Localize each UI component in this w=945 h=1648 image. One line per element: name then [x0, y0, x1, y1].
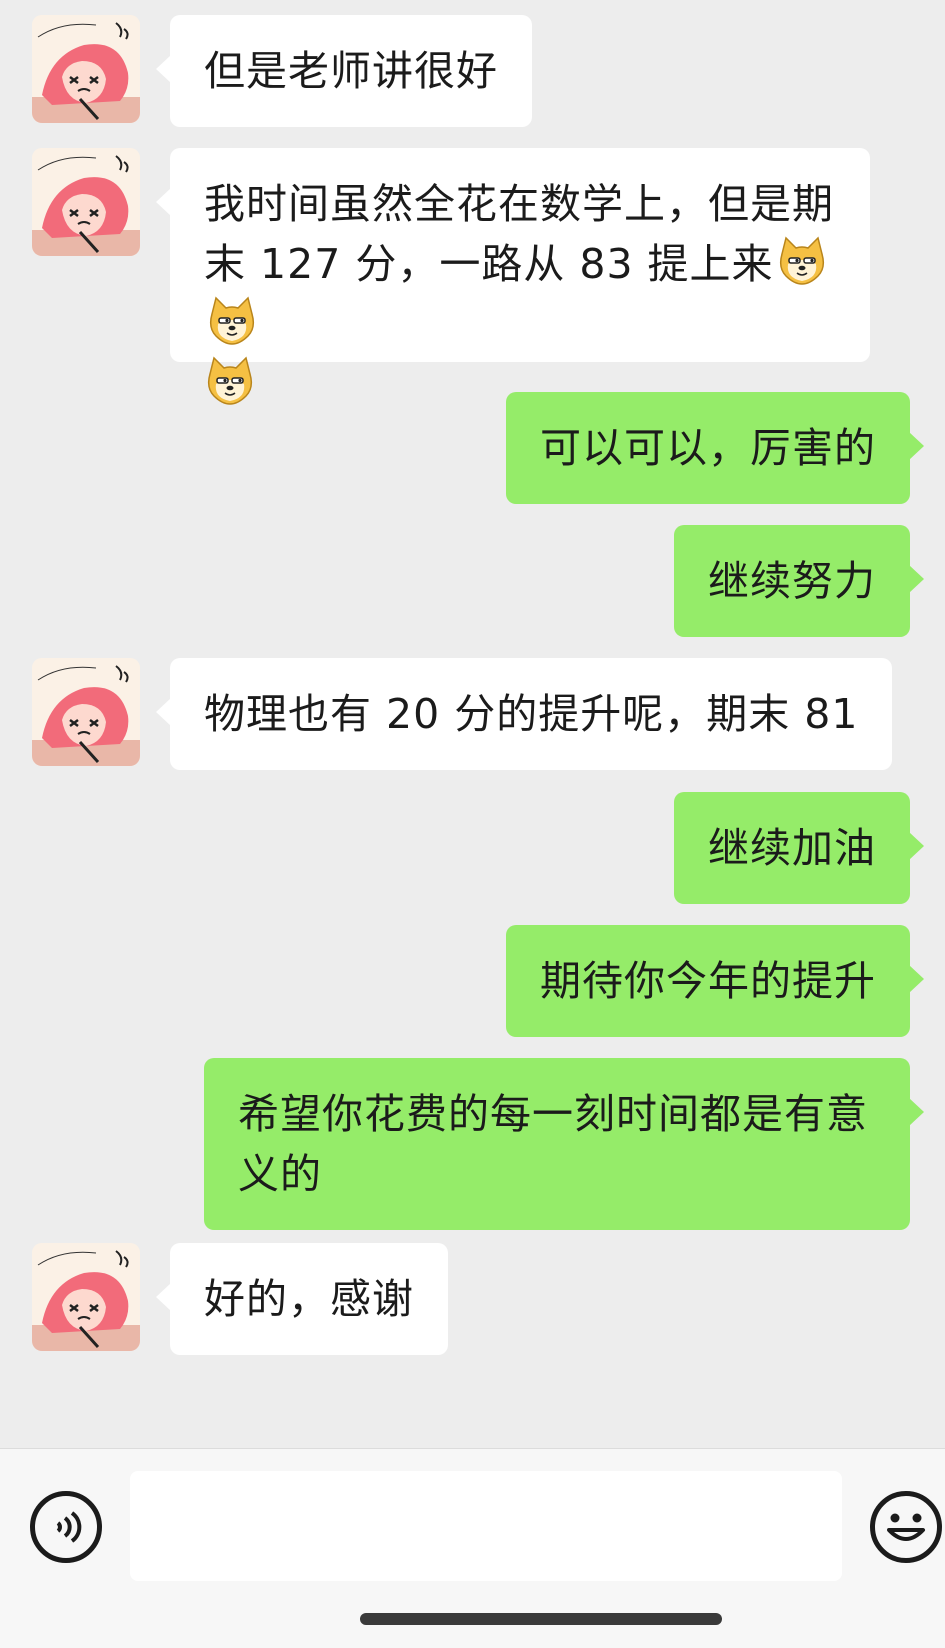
cartoon-student-avatar-icon[interactable]: [32, 15, 140, 123]
voice-icon[interactable]: [30, 1491, 102, 1563]
message-input[interactable]: [130, 1471, 842, 1581]
message-bubble[interactable]: 希望你花费的每一刻时间都是有意 义的: [204, 1058, 924, 1230]
cartoon-student-avatar-icon[interactable]: [32, 1243, 140, 1351]
message-line: 义的: [238, 1150, 322, 1198]
doge-emoji-icon: [776, 234, 828, 286]
doge-emoji-icon: [204, 354, 256, 406]
chat-message-list[interactable]: 但是老师讲很好 我时间虽然全花在数学上，但是期 末 127 分，一路从 83 提…: [0, 0, 945, 1448]
message-bubble[interactable]: 我时间虽然全花在数学上，但是期 末 127 分，一路从 83 提上来: [156, 148, 870, 362]
message-text: 末 127 分，一路从 83 提上来: [204, 240, 774, 288]
message-bubble[interactable]: 期待你今年的提升: [506, 925, 924, 1037]
message-bubble[interactable]: 物理也有 20 分的提升呢，期末 81: [155, 658, 893, 770]
message-line: 希望你花费的每一刻时间都是有意: [238, 1090, 868, 1138]
input-bar: [0, 1448, 945, 1648]
home-indicator[interactable]: [360, 1613, 722, 1625]
message-line: 我时间虽然全花在数学上，但是期: [204, 180, 834, 228]
message-bubble[interactable]: 好的，感谢: [156, 1243, 448, 1355]
message-bubble[interactable]: 可以可以，厉害的: [506, 392, 924, 504]
message-bubble[interactable]: 继续努力: [674, 525, 924, 637]
message-bubble[interactable]: 但是老师讲很好: [156, 15, 532, 127]
message-bubble[interactable]: 继续加油: [674, 792, 924, 904]
doge-emoji-icon: [206, 294, 258, 346]
smiley-icon[interactable]: [870, 1491, 942, 1563]
message-line: 末 127 分，一路从 83 提上来: [204, 234, 836, 354]
cartoon-student-avatar-icon[interactable]: [32, 148, 140, 256]
cartoon-student-avatar-icon[interactable]: [32, 658, 140, 766]
